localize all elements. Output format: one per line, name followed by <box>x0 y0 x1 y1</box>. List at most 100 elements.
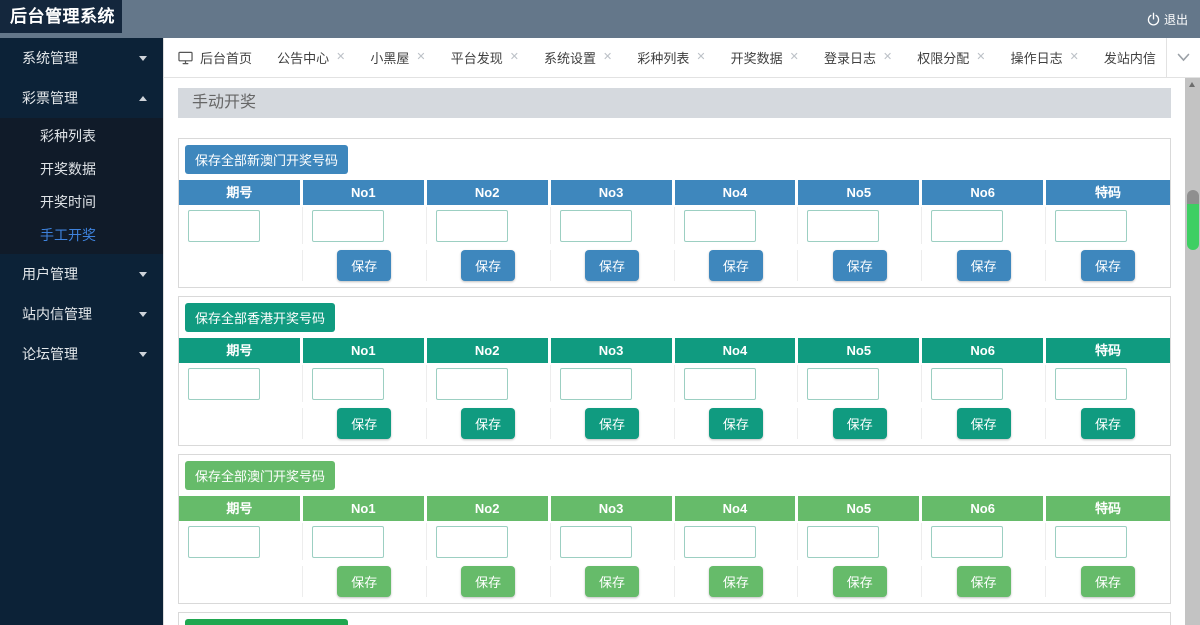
column-header: No2 <box>426 338 551 363</box>
sidebar-item-label: 论坛管理 <box>22 346 78 362</box>
sidebar-subitem[interactable]: 彩种列表 <box>0 120 163 153</box>
number-input[interactable] <box>807 526 880 558</box>
number-input[interactable] <box>559 210 632 242</box>
tab-label: 权限分配 <box>917 51 970 66</box>
input-cell <box>922 207 1047 244</box>
save-button[interactable]: 保存 <box>337 408 392 439</box>
input-cell <box>922 365 1047 402</box>
sidebar-item[interactable]: 论坛管理 <box>0 334 163 374</box>
number-input[interactable] <box>1055 368 1128 400</box>
column-header: No3 <box>550 338 675 363</box>
tab-item[interactable]: 后台首页 <box>178 48 252 67</box>
save-button[interactable]: 保存 <box>461 566 516 597</box>
input-cell <box>675 523 799 560</box>
number-input[interactable] <box>188 526 260 558</box>
tab-item[interactable]: 发站内信 <box>1104 48 1156 67</box>
sidebar-subitem[interactable]: 手工开奖 <box>0 219 163 252</box>
tabs-dropdown-button[interactable] <box>1166 38 1200 77</box>
number-input[interactable] <box>807 368 880 400</box>
save-cell: 保存 <box>675 250 799 281</box>
tab-item[interactable]: 平台发现 ✕ <box>451 48 519 67</box>
number-input[interactable] <box>435 210 508 242</box>
save-all-button[interactable]: 保存全部新澳门开奖号码 <box>185 145 349 174</box>
save-button[interactable]: 保存 <box>956 408 1011 439</box>
save-button[interactable]: 保存 <box>337 250 392 281</box>
save-button[interactable]: 保存 <box>832 250 887 281</box>
save-button[interactable]: 保存 <box>708 250 763 281</box>
save-button[interactable]: 保存 <box>956 566 1011 597</box>
number-input[interactable] <box>311 210 384 242</box>
close-icon[interactable]: ✕ <box>976 52 985 63</box>
number-input[interactable] <box>559 368 632 400</box>
tab-item[interactable]: 权限分配 ✕ <box>917 48 985 67</box>
sidebar: 系统管理 彩票管理 彩种列表 开奖数据 开奖时间 手工开奖 用户管理 站内信管理论坛管理 <box>0 38 163 625</box>
save-button[interactable]: 保存 <box>1081 250 1136 281</box>
number-input[interactable] <box>1055 210 1128 242</box>
tab-item[interactable]: 彩种列表 ✕ <box>637 48 705 67</box>
sidebar-subitem[interactable]: 开奖数据 <box>0 153 163 186</box>
column-header: No1 <box>302 338 427 363</box>
save-all-button[interactable]: 保存全部新加坡开奖号码 <box>185 619 349 625</box>
save-button[interactable]: 保存 <box>832 566 887 597</box>
tab-item[interactable]: 小黑屋 ✕ <box>370 48 425 67</box>
tab-label: 彩种列表 <box>637 51 690 66</box>
close-icon[interactable]: ✕ <box>416 52 425 63</box>
save-button[interactable]: 保存 <box>956 250 1011 281</box>
close-icon[interactable]: ✕ <box>510 52 519 63</box>
input-cell <box>1046 207 1170 244</box>
tab-item[interactable]: 操作日志 ✕ <box>1011 48 1079 67</box>
save-button[interactable]: 保存 <box>585 408 640 439</box>
save-button[interactable]: 保存 <box>1081 566 1136 597</box>
number-input[interactable] <box>188 368 260 400</box>
number-input[interactable] <box>683 526 756 558</box>
number-input[interactable] <box>559 526 632 558</box>
save-button[interactable]: 保存 <box>708 566 763 597</box>
tab-item[interactable]: 开奖数据 ✕ <box>731 48 799 67</box>
save-button[interactable]: 保存 <box>708 408 763 439</box>
tab-item[interactable]: 登录日志 ✕ <box>824 48 892 67</box>
close-icon[interactable]: ✕ <box>603 52 612 63</box>
sidebar-item[interactable]: 系统管理 <box>0 38 163 78</box>
number-input[interactable] <box>188 210 260 242</box>
close-icon[interactable]: ✕ <box>336 52 345 63</box>
save-button[interactable]: 保存 <box>1081 408 1136 439</box>
number-input[interactable] <box>1055 526 1128 558</box>
tab-item[interactable]: 系统设置 ✕ <box>544 48 612 67</box>
tab-label: 登录日志 <box>823 51 876 66</box>
sidebar-item[interactable]: 彩票管理 <box>0 78 163 118</box>
close-icon[interactable]: ✕ <box>1070 52 1079 63</box>
save-cell: 保存 <box>1046 408 1170 439</box>
column-header: No5 <box>798 338 923 363</box>
logout-button[interactable]: 退出 <box>1146 0 1188 38</box>
scroll-up-icon[interactable] <box>1189 82 1195 87</box>
number-input[interactable] <box>311 368 384 400</box>
number-input[interactable] <box>931 526 1004 558</box>
scrollbar-thumb[interactable] <box>1186 204 1199 250</box>
close-icon[interactable]: ✕ <box>790 52 799 63</box>
number-input[interactable] <box>807 210 880 242</box>
sections: 保存全部新澳门开奖号码 期号 No1 No2 No3 No4 No5 No6 特码 保存 保存 保存保… <box>178 118 1171 625</box>
vertical-scrollbar[interactable] <box>1185 78 1200 625</box>
close-icon[interactable]: ✕ <box>696 52 705 63</box>
number-input[interactable] <box>683 368 756 400</box>
save-button[interactable]: 保存 <box>337 566 392 597</box>
sidebar-item[interactable]: 站内信管理 <box>0 294 163 334</box>
save-button[interactable]: 保存 <box>585 566 640 597</box>
number-input[interactable] <box>931 210 1004 242</box>
number-input[interactable] <box>435 526 508 558</box>
number-input[interactable] <box>683 210 756 242</box>
tab-item[interactable]: 公告中心 ✕ <box>277 48 345 67</box>
number-input[interactable] <box>435 368 508 400</box>
save-button[interactable]: 保存 <box>585 250 640 281</box>
save-button[interactable]: 保存 <box>832 408 887 439</box>
save-cell: 保存 <box>798 566 923 597</box>
sidebar-item[interactable]: 用户管理 <box>0 254 163 294</box>
sidebar-subitem[interactable]: 开奖时间 <box>0 186 163 219</box>
number-input[interactable] <box>311 526 384 558</box>
save-button[interactable]: 保存 <box>461 408 516 439</box>
save-button[interactable]: 保存 <box>461 250 516 281</box>
close-icon[interactable]: ✕ <box>883 52 892 63</box>
save-all-button[interactable]: 保存全部香港开奖号码 <box>185 303 336 332</box>
number-input[interactable] <box>931 368 1004 400</box>
save-all-button[interactable]: 保存全部澳门开奖号码 <box>185 461 336 490</box>
